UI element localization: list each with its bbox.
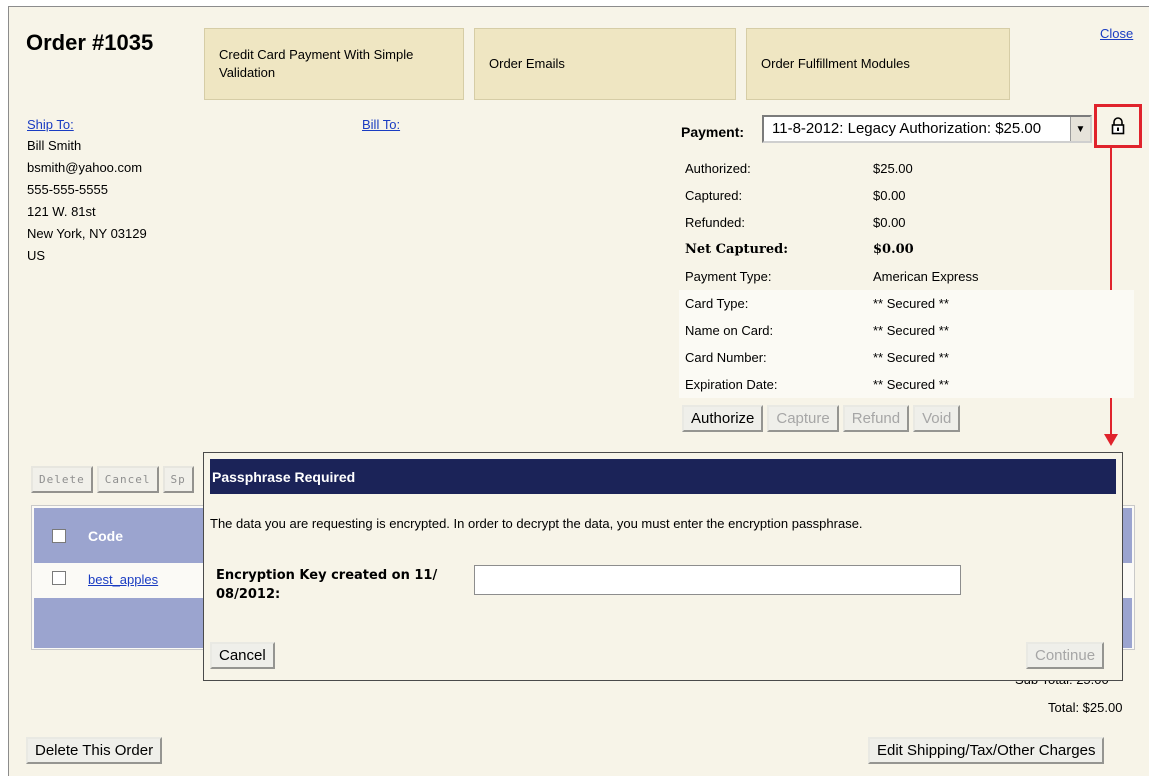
tab-label: Order Fulfillment Modules — [761, 56, 910, 71]
passphrase-dialog: Passphrase Required The data you are req… — [203, 452, 1123, 681]
payment-row-card-number: Card Number: ** Secured ** — [679, 344, 1134, 371]
tab-label: Credit Card Payment With Simple Validati… — [219, 47, 414, 80]
authorize-button[interactable]: Authorize — [682, 405, 764, 432]
delete-order-button[interactable]: Delete This Order — [26, 737, 163, 764]
item-actions: Delete Cancel Sp — [31, 466, 194, 493]
payment-actions: Authorize Capture Refund Void — [682, 405, 961, 432]
passphrase-input[interactable] — [474, 565, 961, 595]
payment-row-expiration: Expiration Date: ** Secured ** — [679, 371, 1134, 398]
ship-phone: 555-555-5555 — [27, 182, 108, 197]
payment-row-captured: Captured: $0.00 — [685, 188, 906, 203]
split-item-button[interactable]: Sp — [162, 466, 194, 493]
item-code-link[interactable]: best_apples — [88, 572, 158, 587]
ship-country: US — [27, 248, 46, 263]
column-header-code: Code — [88, 528, 123, 544]
dialog-title: Passphrase Required — [210, 459, 1116, 494]
payment-select[interactable]: 11-8-2012: Legacy Authorization: $25.00 … — [762, 115, 1092, 143]
cancel-item-button[interactable]: Cancel — [96, 466, 159, 493]
ship-street: 121 W. 81st — [27, 204, 96, 219]
lock-highlight[interactable] — [1094, 104, 1142, 148]
payment-row-payment-type: Payment Type: American Express — [685, 269, 979, 284]
payment-row-authorized: Authorized: $25.00 — [685, 161, 913, 176]
payment-label: Payment: — [681, 124, 745, 140]
encryption-key-label: Encryption Key created on 11/ 08/2012: — [216, 568, 438, 602]
payment-selected-value: 11-8-2012: Legacy Authorization: $25.00 — [772, 120, 1042, 137]
cancel-button[interactable]: Cancel — [210, 642, 275, 669]
total: Total: $25.00 — [1048, 700, 1123, 715]
close-link[interactable]: Close — [1100, 26, 1133, 41]
payment-row-card-type: Card Type: ** Secured ** — [679, 290, 1134, 317]
capture-button[interactable]: Capture — [767, 405, 839, 432]
payment-row-name-on-card: Name on Card: ** Secured ** — [679, 317, 1134, 344]
bill-to-link[interactable]: Bill To: — [362, 117, 400, 132]
select-all-checkbox[interactable] — [52, 529, 66, 543]
ship-to-link[interactable]: Ship To: — [27, 117, 74, 132]
tab-label: Order Emails — [489, 56, 565, 71]
lock-icon[interactable] — [1111, 117, 1125, 135]
tab-order-emails[interactable]: Order Emails — [474, 28, 736, 100]
tab-order-fulfillment[interactable]: Order Fulfillment Modules — [746, 28, 1010, 100]
delete-item-button[interactable]: Delete — [31, 466, 93, 493]
payment-row-net-captured: Net Captured: $0.00 — [685, 242, 914, 257]
edit-charges-button[interactable]: Edit Shipping/Tax/Other Charges — [868, 737, 1105, 764]
dialog-message: The data you are requesting is encrypted… — [210, 516, 863, 531]
ship-to-address: Bill Smith bsmith@yahoo.com 555-555-5555… — [27, 135, 147, 267]
ship-email: bsmith@yahoo.com — [27, 160, 143, 175]
callout-arrow-icon — [1104, 434, 1118, 446]
chevron-down-icon[interactable]: ▼ — [1070, 117, 1090, 141]
continue-button[interactable]: Continue — [1026, 642, 1105, 669]
row-checkbox[interactable] — [52, 571, 66, 585]
refund-button[interactable]: Refund — [842, 405, 910, 432]
tab-credit-card-payment[interactable]: Credit Card Payment With Simple Validati… — [204, 28, 464, 100]
payment-details: Authorized: $25.00 Captured: $0.00 Refunde… — [679, 155, 1134, 398]
ship-name: Bill Smith — [27, 138, 82, 153]
void-button[interactable]: Void — [913, 405, 961, 432]
payment-row-refunded: Refunded: $0.00 — [685, 215, 906, 230]
order-title: Order #1035 — [26, 30, 154, 55]
ship-city: New York, NY 03129 — [27, 226, 147, 241]
